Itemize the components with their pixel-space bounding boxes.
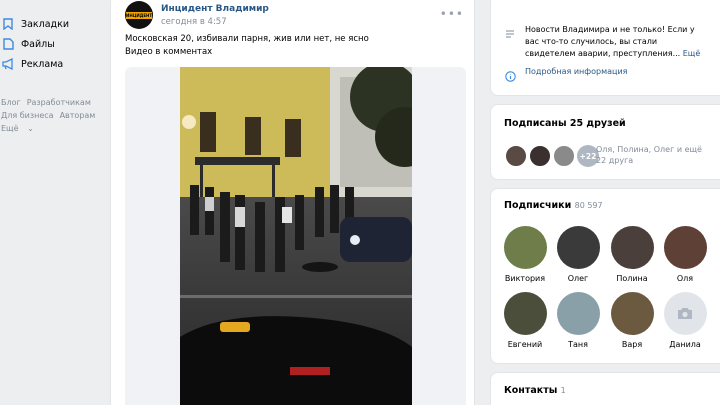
- subscriber-avatar: [610, 292, 654, 335]
- friends-card: Подписаны 25 друзей +22 Оля, Полина, Оле…: [490, 104, 720, 180]
- contacts-count: 1: [560, 386, 566, 395]
- footer-link-more-label: Ещё: [1, 124, 19, 133]
- media-container: [125, 67, 466, 405]
- sidebar-item-files[interactable]: Файлы: [0, 34, 105, 54]
- author-block: Инцидент Владимир сегодня в 4:57: [161, 4, 269, 27]
- footer-link-business[interactable]: Для бизнеса: [1, 111, 54, 120]
- subscriber-name: Виктория: [504, 274, 546, 283]
- subscriber[interactable]: Таня: [550, 292, 606, 349]
- subscriber[interactable]: Олег: [550, 226, 606, 283]
- subscribers-title[interactable]: Подписчики 80 597: [504, 200, 603, 211]
- bookmark-icon: [2, 18, 14, 30]
- sidebar-item-ads[interactable]: Реклама: [0, 54, 105, 74]
- subscriber-name: Евгений: [507, 340, 543, 349]
- post-text-line: Видео в комментах: [125, 47, 213, 57]
- sidebar-item-label: Реклама: [21, 58, 64, 70]
- description-text: Новости Владимира и не только! Если у ва…: [525, 25, 695, 58]
- subscriber[interactable]: Данила: [657, 292, 713, 349]
- details-row[interactable]: Подробная информация: [505, 67, 627, 86]
- sidebar-item-label: Файлы: [21, 38, 55, 50]
- author-name[interactable]: Инцидент Владимир: [161, 4, 269, 14]
- avatar-logo: ИНЦИДЕНТ: [126, 11, 153, 19]
- friends-names: Оля, Полина, Олег и ещё 22 друга: [596, 145, 702, 165]
- subscriber-avatar: [610, 226, 654, 269]
- post-text-line: Московская 20, избивали парня, жив или н…: [125, 34, 369, 44]
- subscriber-avatar: [556, 292, 600, 335]
- friend-avatar[interactable]: [553, 145, 575, 167]
- subscriber-avatar: [503, 226, 547, 269]
- post-time[interactable]: сегодня в 4:57: [161, 17, 269, 27]
- subscriber[interactable]: Евгений: [497, 292, 553, 349]
- megaphone-icon: [2, 58, 14, 70]
- community-description: Новости Владимира и не только! Если у ва…: [525, 24, 705, 60]
- contacts-title[interactable]: Контакты 1: [504, 385, 566, 396]
- more-options-icon[interactable]: •••: [440, 7, 464, 21]
- page: Закладки Файлы Реклама Блог Разработчикам…: [0, 0, 720, 405]
- chevron-down-icon: ⌄: [27, 124, 34, 133]
- footer-link-blog[interactable]: Блог: [1, 98, 21, 107]
- sidebar-item-label: Закладки: [21, 18, 70, 30]
- info-card: Новости Владимира и не только! Если у ва…: [490, 0, 720, 96]
- left-sidebar: Закладки Файлы Реклама Блог Разработчикам…: [0, 14, 105, 135]
- subscriber[interactable]: Оля: [657, 226, 713, 283]
- video-frame: [180, 67, 412, 405]
- friend-avatar[interactable]: [505, 145, 527, 167]
- details-link[interactable]: Подробная информация: [525, 67, 627, 86]
- subscriber-name: Таня: [568, 340, 588, 349]
- contacts-label: Контакты: [504, 385, 558, 396]
- subscriber-name: Варя: [621, 340, 643, 349]
- post-card: ИНЦИДЕНТ Инцидент Владимир сегодня в 4:5…: [110, 0, 475, 405]
- friend-avatar[interactable]: [529, 145, 551, 167]
- author-avatar[interactable]: ИНЦИДЕНТ: [125, 1, 153, 29]
- subscriber[interactable]: Виктория: [497, 226, 553, 283]
- camera-icon: [663, 292, 707, 335]
- file-icon: [2, 38, 14, 50]
- subscriber-name: Оля: [676, 274, 694, 283]
- friends-title[interactable]: Подписаны 25 друзей: [504, 118, 626, 129]
- subscribers-card: Подписчики 80 597 Виктория Олег Полина О…: [490, 188, 720, 364]
- menu-lines-icon: [505, 24, 525, 60]
- footer-link-developers[interactable]: Разработчикам: [27, 98, 91, 107]
- subscribers-count: 80 597: [574, 201, 603, 210]
- video-player[interactable]: [180, 67, 412, 405]
- post-text: Московская 20, избивали парня, жив или н…: [125, 33, 465, 59]
- footer-links: Блог Разработчикам Для бизнеса Авторам Ещё…: [0, 96, 105, 135]
- footer-link-more[interactable]: Ещё ⌄: [1, 124, 40, 133]
- footer-link-authors[interactable]: Авторам: [60, 111, 96, 120]
- post-header: ИНЦИДЕНТ Инцидент Владимир сегодня в 4:5…: [125, 1, 269, 29]
- sidebar-item-bookmarks[interactable]: Закладки: [0, 14, 105, 34]
- show-more-link[interactable]: Ещё: [683, 49, 701, 58]
- subscriber-avatar: [556, 226, 600, 269]
- subscriber-avatar: [663, 226, 707, 269]
- friend-avatars[interactable]: +22: [505, 145, 599, 167]
- info-icon: [505, 67, 525, 86]
- subscriber[interactable]: Варя: [604, 292, 660, 349]
- description-row: Новости Владимира и не только! Если у ва…: [505, 24, 705, 60]
- subscriber-name: Данила: [669, 340, 701, 349]
- subscribers-label: Подписчики: [504, 200, 572, 211]
- subscriber-avatar: [503, 292, 547, 335]
- subscriber-name: Полина: [616, 274, 648, 283]
- subscriber[interactable]: Полина: [604, 226, 660, 283]
- contacts-card: Контакты 1: [490, 372, 720, 405]
- subscriber-name: Олег: [567, 274, 589, 283]
